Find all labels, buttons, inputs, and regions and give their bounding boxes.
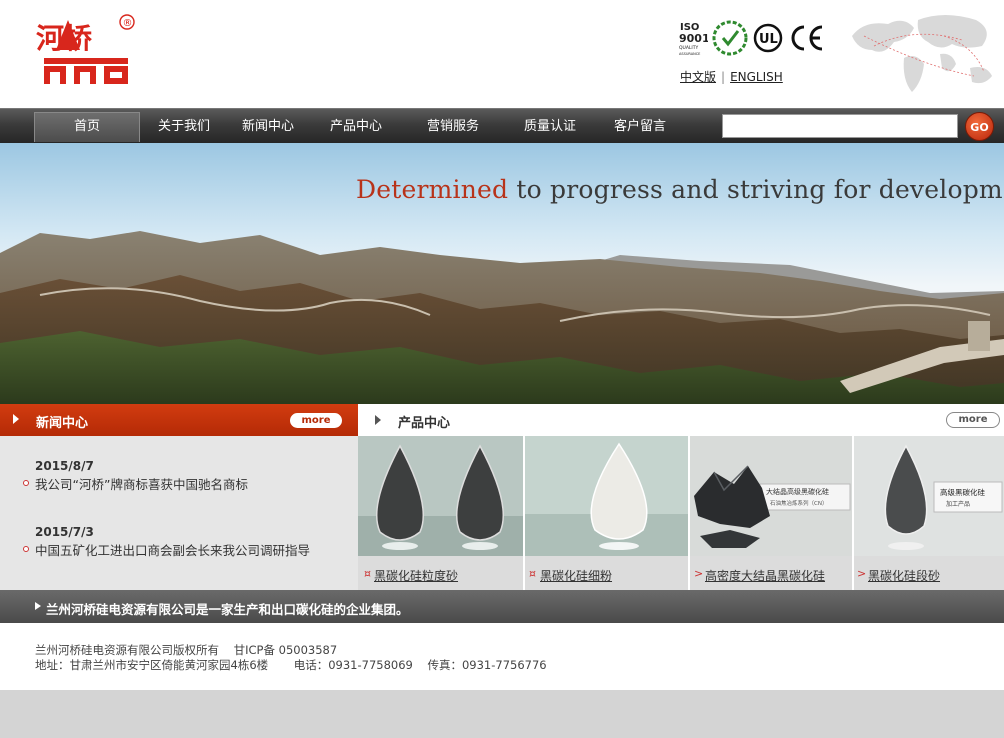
svg-text:QUALITY: QUALITY (679, 45, 698, 51)
news-panel-title: 新闻中心 (36, 416, 89, 431)
language-switcher: 中文版 | ENGLISH (680, 68, 783, 85)
product-image-fine-powder[interactable] (525, 436, 688, 556)
company-logo[interactable]: 河桥 ® (34, 14, 140, 88)
product-caption[interactable]: 黑碳化硅细粉 (540, 567, 612, 584)
product-card[interactable]: 大结晶高级黑碳化硅 石油焦冶炼系列（CN） > 高密度大结晶黑碳化硅 (690, 436, 852, 590)
crystal-sublabel: 石油焦冶炼系列（CN） (770, 499, 827, 507)
nav-marketing-service[interactable]: 营销服务 (414, 109, 492, 144)
company-slogan: 兰州河桥硅电资源有限公司是一家生产和出口碳化硅的企业集团。 (46, 602, 409, 617)
footer-copyright: 兰州河桥硅电资源有限公司版权所有 甘ICP备 05003587 (35, 643, 338, 657)
news-date: 2015/8/7 (35, 459, 94, 473)
nav-news-center[interactable]: 新闻中心 (230, 109, 306, 144)
products-panel: 产品中心 more ¤ 黑碳化硅粒度砂 ¤ 黑碳化硅细粉 大结晶高级黑碳化硅 石… (358, 404, 1004, 590)
ce-mark-icon (788, 18, 826, 58)
nav-customer-message[interactable]: 客户留言 (601, 109, 679, 144)
bullet-icon: ¤ (364, 567, 371, 580)
product-card[interactable]: 高级黑碳化硅 加工产品 > 黑碳化硅段砂 (854, 436, 1004, 590)
news-item-link[interactable]: 中国五矿化工进出口商会副会长来我公司调研指导 (35, 540, 310, 559)
bullet-icon: > (694, 567, 704, 580)
nav-product-center[interactable]: 产品中心 (318, 109, 394, 144)
search-go-button[interactable]: GO (965, 112, 994, 141)
product-image-black-grit[interactable] (358, 436, 523, 556)
news-item-link[interactable]: 我公司“河桥”牌商标喜获中国驰名商标 (35, 474, 248, 493)
svg-text:UL: UL (759, 32, 778, 47)
svg-text:9001: 9001 (679, 32, 708, 45)
bullet-icon (23, 546, 29, 552)
ul-icon: UL (752, 18, 784, 58)
products-panel-header: 产品中心 more (358, 404, 1004, 436)
banner-headline-rest: to progress and striving for development (508, 175, 1004, 204)
slogan-bar: 兰州河桥硅电资源有限公司是一家生产和出口碳化硅的企业集团。 (0, 590, 1004, 623)
banner-headline: Determined to progress and striving for … (356, 175, 1004, 204)
products-panel-title: 产品中心 (398, 416, 451, 431)
products-more-button[interactable]: more (946, 412, 1000, 428)
news-panel: 新闻中心 more 2015/8/7 我公司“河桥”牌商标喜获中国驰名商标 20… (0, 404, 358, 590)
lang-chinese-link[interactable]: 中文版 (680, 70, 716, 84)
bullet-icon (23, 480, 29, 486)
product-image-section-grit[interactable]: 高级黑碳化硅 加工产品 (854, 436, 1004, 556)
product-caption[interactable]: 黑碳化硅段砂 (868, 567, 940, 584)
product-card[interactable]: ¤ 黑碳化硅粒度砂 (358, 436, 523, 590)
lang-english-link[interactable]: ENGLISH (730, 70, 783, 84)
news-panel-header: 新闻中心 more (0, 404, 358, 436)
main-nav: 首页 关于我们 新闻中心 产品中心 营销服务 质量认证 客户留言 GO (0, 108, 1004, 143)
banner-headline-highlight: Determined (356, 175, 509, 204)
iso-9001-badge: ISO 9001 QUALITY ASSURANCE (678, 18, 708, 58)
registered-mark: ® (123, 18, 133, 29)
certification-badges: ISO 9001 QUALITY ASSURANCE UL (678, 18, 828, 58)
world-map-graphic (844, 6, 1000, 102)
news-date: 2015/7/3 (35, 525, 94, 539)
nav-home[interactable]: 首页 (34, 112, 140, 142)
arrow-right-icon (35, 602, 41, 610)
search-input[interactable] (722, 114, 958, 138)
hero-banner: Determined to progress and striving for … (0, 143, 1004, 404)
lang-separator: | (721, 70, 726, 84)
product-image-large-crystal[interactable]: 大结晶高级黑碳化硅 石油焦冶炼系列（CN） (690, 436, 852, 556)
grit-sublabel: 加工产品 (946, 500, 970, 508)
arrow-right-icon (13, 414, 19, 424)
quality-laurel-icon (710, 18, 750, 58)
footer-contact: 地址：甘肃兰州市安宁区倚能黄河家园4栋6楼 电话：0931-7758069 传真… (35, 658, 547, 672)
grit-label: 高级黑碳化硅 (940, 487, 985, 497)
arrow-right-icon (375, 415, 381, 425)
news-more-button[interactable]: more (290, 413, 342, 428)
crystal-label: 大结晶高级黑碳化硅 (766, 487, 829, 496)
nav-about-us[interactable]: 关于我们 (146, 109, 222, 144)
footer: 兰州河桥硅电资源有限公司版权所有 甘ICP备 05003587 地址：甘肃兰州市… (0, 623, 1004, 690)
page: 河桥 ® ISO 9001 QUALITY ASSURANCE (0, 0, 1004, 738)
bullet-icon: > (857, 567, 867, 580)
nav-quality-certification[interactable]: 质量认证 (511, 109, 589, 144)
product-card[interactable]: ¤ 黑碳化硅细粉 (525, 436, 688, 590)
header: 河桥 ® ISO 9001 QUALITY ASSURANCE (0, 0, 1004, 108)
svg-text:ASSURANCE: ASSURANCE (679, 52, 700, 56)
bullet-icon: ¤ (529, 567, 536, 580)
product-caption[interactable]: 高密度大结晶黑碳化硅 (705, 567, 825, 584)
product-caption[interactable]: 黑碳化硅粒度砂 (374, 567, 458, 584)
